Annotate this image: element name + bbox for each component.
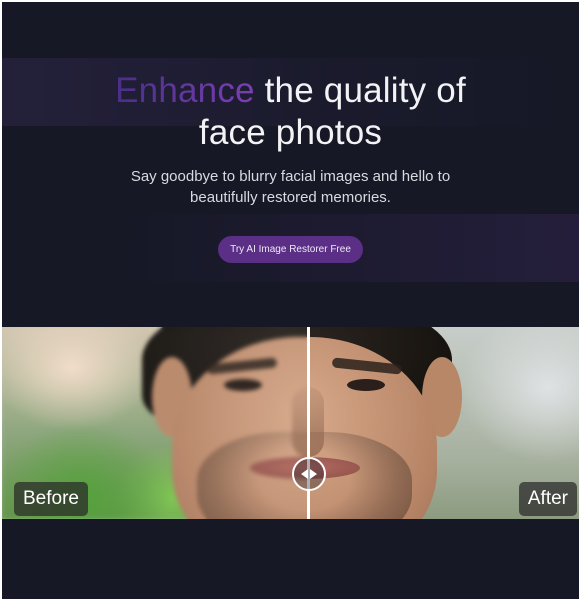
before-label: Before <box>14 482 88 516</box>
face-photo <box>2 327 579 519</box>
headline-rest: the quality of <box>254 71 466 110</box>
arrow-right-icon <box>310 469 317 479</box>
before-after-comparison[interactable]: Before After <box>2 327 579 519</box>
hero-headline: Enhance the quality of face photos <box>2 70 579 154</box>
hero-section: Enhance the quality of face photos Say g… <box>2 70 579 263</box>
after-label: After <box>518 482 577 516</box>
headline-line2: face photos <box>198 113 383 152</box>
arrow-left-icon <box>301 469 308 479</box>
page-frame: Enhance the quality of face photos Say g… <box>2 2 579 599</box>
left-right-arrows-icon[interactable] <box>292 457 326 491</box>
hero-subtitle: Say goodbye to blurry facial images and … <box>130 168 451 206</box>
try-ai-image-restorer-button[interactable]: Try AI Image Restorer Free <box>218 236 363 263</box>
photo-eye-right <box>347 379 385 391</box>
headline-accent: Enhance <box>115 71 255 110</box>
